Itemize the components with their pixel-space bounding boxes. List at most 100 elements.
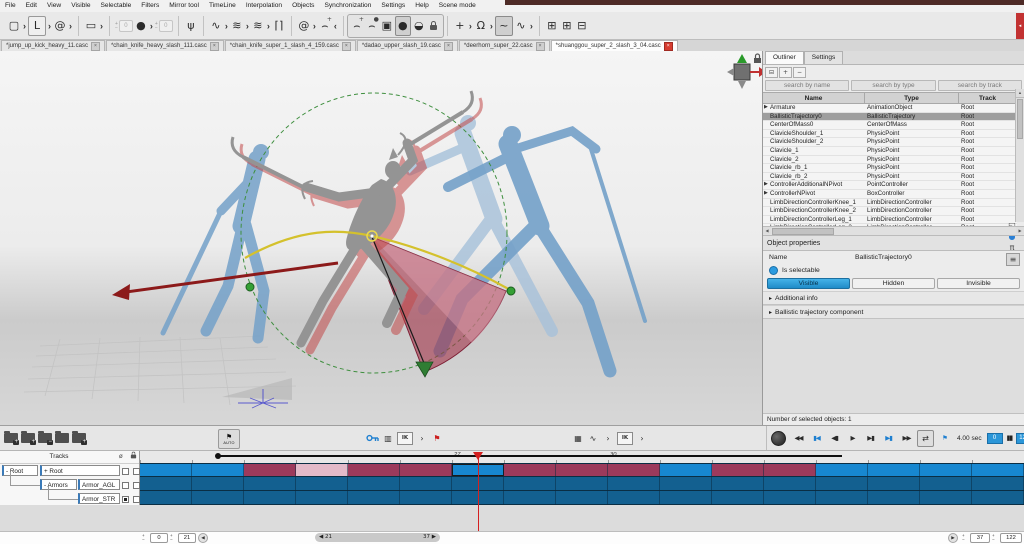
menu-filters[interactable]: Filters: [136, 0, 164, 12]
next-frame-button[interactable]: ▶▮: [863, 431, 878, 446]
trajectory-handle-end[interactable]: [507, 287, 515, 295]
scroll-right-button[interactable]: ▶: [948, 533, 958, 543]
ik-badge[interactable]: IK: [617, 432, 633, 445]
menu-mirror-tool[interactable]: Mirror tool: [164, 0, 204, 12]
track-name-box[interactable]: Armor_STR: [78, 493, 120, 504]
auto-keyframe-button[interactable]: ⚑ AUTO: [218, 429, 240, 449]
chevron-icon[interactable]: ›: [636, 431, 648, 445]
chevron-down-icon[interactable]: ›: [48, 21, 51, 31]
ghost-after-spinner[interactable]: +−0: [155, 20, 173, 32]
playhead-marker[interactable]: [473, 452, 483, 460]
invisible-button[interactable]: Invisible: [937, 278, 1020, 289]
chevron-down-icon[interactable]: ›: [23, 21, 26, 31]
magnet-spiral-icon[interactable]: @: [53, 17, 67, 35]
chevron-down-icon[interactable]: ›: [225, 21, 228, 31]
marquee-select-icon[interactable]: ▢: [7, 17, 21, 35]
timeline-segment[interactable]: [296, 464, 348, 476]
outliner-table[interactable]: Armature▶AnimationObjectRootBallisticTra…: [763, 104, 1017, 226]
visible-button[interactable]: Visible: [767, 278, 850, 289]
scroll-left-icon[interactable]: ◀: [763, 227, 771, 234]
chevron-down-icon[interactable]: ›: [490, 21, 493, 31]
table-row[interactable]: ControllerNPivot▶BoxControllerRoot: [763, 190, 1017, 199]
interval-start-field[interactable]: 0: [150, 533, 168, 543]
section-additional-info[interactable]: ▸Additional info: [763, 291, 1024, 305]
expand-arrow-icon[interactable]: ▶: [764, 104, 768, 112]
file-tab[interactable]: *jump_up_kick_heavy_11.casc×: [1, 40, 105, 51]
selectable-toggle-icon[interactable]: [769, 266, 778, 275]
chevron-left-icon[interactable]: ‹: [334, 21, 337, 31]
table-row[interactable]: BallisticTrajectory0BallisticTrajectoryR…: [763, 113, 1017, 122]
timeline-ruler[interactable]: 2730: [140, 451, 1024, 463]
table-row[interactable]: Clavicle_rb_2PhysicPointRoot: [763, 173, 1017, 182]
hidden-button[interactable]: Hidden: [852, 278, 935, 289]
name-value[interactable]: BallisticTrajectory0: [855, 254, 912, 261]
chevron-icon[interactable]: ›: [416, 431, 428, 445]
expand-arrow-icon[interactable]: ▶: [764, 190, 768, 198]
chevron-down-icon[interactable]: ›: [469, 21, 472, 31]
sphere-paint-icon[interactable]: ●: [134, 17, 148, 35]
play-from-key-button[interactable]: ⚑: [937, 431, 952, 446]
lock-icon[interactable]: [427, 17, 441, 35]
play-button[interactable]: ▶: [845, 431, 860, 446]
chevron-down-icon[interactable]: ›: [530, 21, 533, 31]
timeline-segment[interactable]: [244, 464, 296, 476]
display-board-icon[interactable]: ▭: [84, 17, 98, 35]
sphere-dark-icon[interactable]: ●: [395, 16, 411, 36]
track-blocks-armor_agl[interactable]: [140, 477, 1024, 491]
view-end-field[interactable]: 37: [970, 533, 990, 543]
total-frames-field[interactable]: 122: [1000, 533, 1022, 543]
timeline-segment[interactable]: [660, 464, 712, 476]
table-row[interactable]: Armature▶AnimationObjectRoot: [763, 104, 1017, 113]
search-by-name-button[interactable]: search by name: [765, 80, 849, 91]
table-row[interactable]: ClavicleShoulder_1PhysicPointRoot: [763, 130, 1017, 139]
trajectory-handle-start[interactable]: [246, 283, 254, 291]
chevron-icon[interactable]: ›: [602, 431, 614, 445]
expand-all-button[interactable]: +: [779, 67, 792, 78]
track-visibility-checkbox[interactable]: [122, 482, 129, 489]
timeline-scrollbar-thumb[interactable]: ◀ 2137 ▶: [315, 533, 440, 542]
collapse-panel-tab[interactable]: ◂: [1016, 13, 1024, 39]
add-track-icon[interactable]: +: [21, 433, 35, 443]
search-by-type-button[interactable]: search by type: [851, 80, 935, 91]
waves-edit-icon[interactable]: ≋: [251, 17, 265, 35]
wave-cut-icon[interactable]: ∿: [514, 17, 528, 35]
timeline-track-blocks[interactable]: [140, 463, 1024, 505]
scroll-right-icon[interactable]: ▶: [1016, 227, 1024, 234]
menu-selectable[interactable]: Selectable: [96, 0, 137, 12]
table-row[interactable]: Clavicle_rb_1PhysicPointRoot: [763, 164, 1017, 173]
outliner-horizontal-scrollbar[interactable]: ◀ ▶: [763, 226, 1024, 236]
character-icon[interactable]: ψ: [184, 17, 198, 35]
tab-close-icon[interactable]: ×: [664, 42, 673, 51]
circle-square-icon[interactable]: ▣: [380, 17, 394, 35]
snapshot-icon[interactable]: +: [72, 433, 86, 443]
tab-close-icon[interactable]: ×: [536, 42, 545, 51]
tab-outliner[interactable]: Outliner: [765, 51, 804, 64]
file-tab[interactable]: *deerhorn_super_22.casc×: [459, 40, 550, 51]
chevron-down-icon[interactable]: ›: [246, 21, 249, 31]
column-header-type[interactable]: Type: [865, 93, 959, 104]
scroll-up-icon[interactable]: ▲: [1016, 89, 1024, 98]
table-row[interactable]: CenterOfMass0CenterOfMassRoot: [763, 121, 1017, 130]
rewind-button[interactable]: ◀◀: [791, 431, 806, 446]
interval-current-field[interactable]: 21: [178, 533, 196, 543]
range-end-field[interactable]: 120: [1016, 433, 1024, 444]
remove-track-icon[interactable]: −: [38, 433, 52, 443]
viewport-3d[interactable]: [0, 51, 762, 425]
trajectory-icon[interactable]: ∿: [209, 17, 223, 35]
copy-add-icon[interactable]: ⊞: [560, 17, 574, 35]
track-lock-checkbox[interactable]: [133, 482, 140, 489]
column-header-name[interactable]: Name: [763, 93, 865, 104]
chevron-down-icon[interactable]: ›: [150, 21, 153, 31]
ik-badge[interactable]: IK: [397, 432, 413, 445]
noodle-icon[interactable]: ~: [495, 16, 513, 36]
table-row[interactable]: ControllerAdditionalNPivot▶PointControll…: [763, 181, 1017, 190]
outliner-vertical-scrollbar[interactable]: ▲: [1015, 89, 1024, 222]
track-lock-checkbox[interactable]: [133, 496, 140, 503]
spinner-buttons[interactable]: +−: [155, 22, 158, 30]
menu-edit[interactable]: Edit: [21, 0, 42, 12]
key-icon[interactable]: [366, 431, 379, 445]
ghost-before-spinner[interactable]: +−0: [115, 20, 133, 32]
add-track-group-icon[interactable]: +: [4, 433, 18, 443]
fast-forward-button[interactable]: ▶▶: [899, 431, 914, 446]
section-ballistic-trajectory-component[interactable]: ▸Ballistic trajectory component: [763, 305, 1024, 319]
